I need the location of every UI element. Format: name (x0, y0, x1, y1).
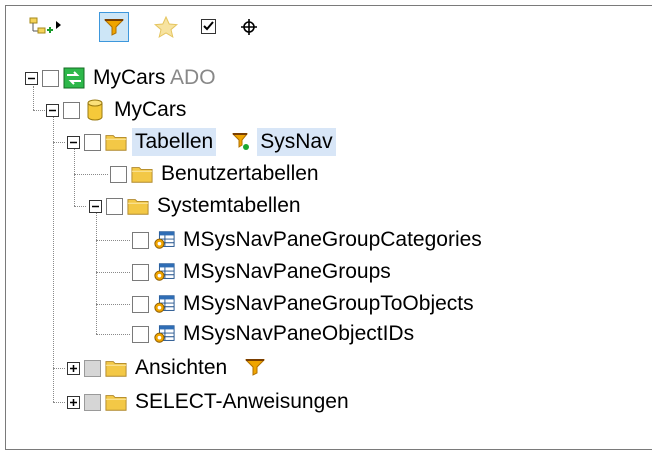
tree-view: MyCars ADO MyCars Tabellen SysNav Benutz… (6, 6, 652, 449)
collapse-toggle[interactable] (25, 71, 38, 85)
tree-connector (96, 304, 130, 306)
system-table-icon (153, 229, 175, 251)
node-checkbox[interactable] (84, 133, 101, 151)
collapse-toggle[interactable] (46, 103, 59, 117)
tree-node-system-table[interactable]: MSysNavPaneObjectIDs (132, 320, 417, 348)
node-checkbox[interactable] (132, 263, 149, 281)
system-table-icon (153, 323, 175, 345)
node-label: SELECT-Anweisungen (135, 390, 349, 413)
tree-node-tables[interactable]: Tabellen SysNav (67, 128, 336, 156)
node-label: MyCars ADO (93, 66, 216, 89)
folder-icon (105, 357, 127, 379)
tree-node-system-table[interactable]: MSysNavPaneGroups (132, 258, 394, 286)
expand-toggle[interactable] (67, 361, 80, 375)
node-label: MSysNavPaneGroupToObjects (183, 292, 474, 315)
tree-node-connection[interactable]: MyCars ADO (25, 64, 219, 92)
tree-node-system-table[interactable]: MSysNavPaneGroupToObjects (132, 290, 477, 318)
node-checkbox[interactable] (132, 295, 149, 313)
tree-connector (53, 116, 55, 402)
node-label: MSysNavPaneGroupCategories (183, 228, 482, 251)
ado-connection-icon (63, 67, 85, 89)
node-label: MSysNavPaneGroups (183, 260, 391, 283)
node-label: MSysNavPaneObjectIDs (183, 322, 415, 345)
node-checkbox[interactable] (42, 69, 59, 87)
folder-icon (127, 195, 149, 217)
tree-node-views[interactable]: Ansichten (67, 354, 271, 382)
filter-text[interactable]: SysNav (257, 128, 336, 156)
tree-connector (53, 402, 65, 404)
tree-node-system-tables[interactable]: Systemtabellen (89, 192, 304, 220)
node-checkbox[interactable] (132, 325, 149, 343)
node-checkbox[interactable] (84, 359, 101, 377)
filter-icon[interactable] (244, 357, 266, 379)
node-checkbox[interactable] (132, 231, 149, 249)
expand-toggle[interactable] (67, 395, 80, 409)
database-explorer-panel: MyCars ADO MyCars Tabellen SysNav Benutz… (5, 5, 652, 450)
tree-connector (96, 240, 130, 242)
tree-connector (53, 142, 65, 144)
system-table-icon (153, 293, 175, 315)
tree-connector (33, 110, 45, 112)
filter-applied-icon[interactable] (230, 131, 252, 153)
tree-connector (74, 148, 76, 206)
tree-connector (96, 272, 130, 274)
database-icon (84, 99, 106, 121)
node-checkbox[interactable] (63, 101, 80, 119)
node-label: Ansichten (135, 356, 228, 379)
node-checkbox[interactable] (110, 165, 127, 183)
tree-connector (74, 174, 108, 176)
tree-connector (53, 368, 65, 370)
tree-node-database[interactable]: MyCars (46, 96, 189, 124)
node-label: MyCars (114, 98, 187, 121)
node-label: Tabellen (132, 128, 217, 156)
node-checkbox[interactable] (84, 393, 101, 411)
tree-connector (74, 206, 86, 208)
node-checkbox[interactable] (106, 197, 123, 215)
collapse-toggle[interactable] (67, 135, 80, 149)
tree-node-user-tables[interactable]: Benutzertabellen (110, 160, 322, 188)
folder-icon (131, 163, 153, 185)
tree-node-select-statements[interactable]: SELECT-Anweisungen (67, 388, 352, 416)
collapse-toggle[interactable] (89, 199, 102, 213)
folder-icon (105, 131, 127, 153)
system-table-icon (153, 261, 175, 283)
folder-icon (105, 391, 127, 413)
tree-node-system-table[interactable]: MSysNavPaneGroupCategories (132, 226, 485, 254)
node-label: Benutzertabellen (161, 162, 319, 185)
node-label: Systemtabellen (157, 194, 301, 217)
tree-connector (96, 334, 130, 336)
